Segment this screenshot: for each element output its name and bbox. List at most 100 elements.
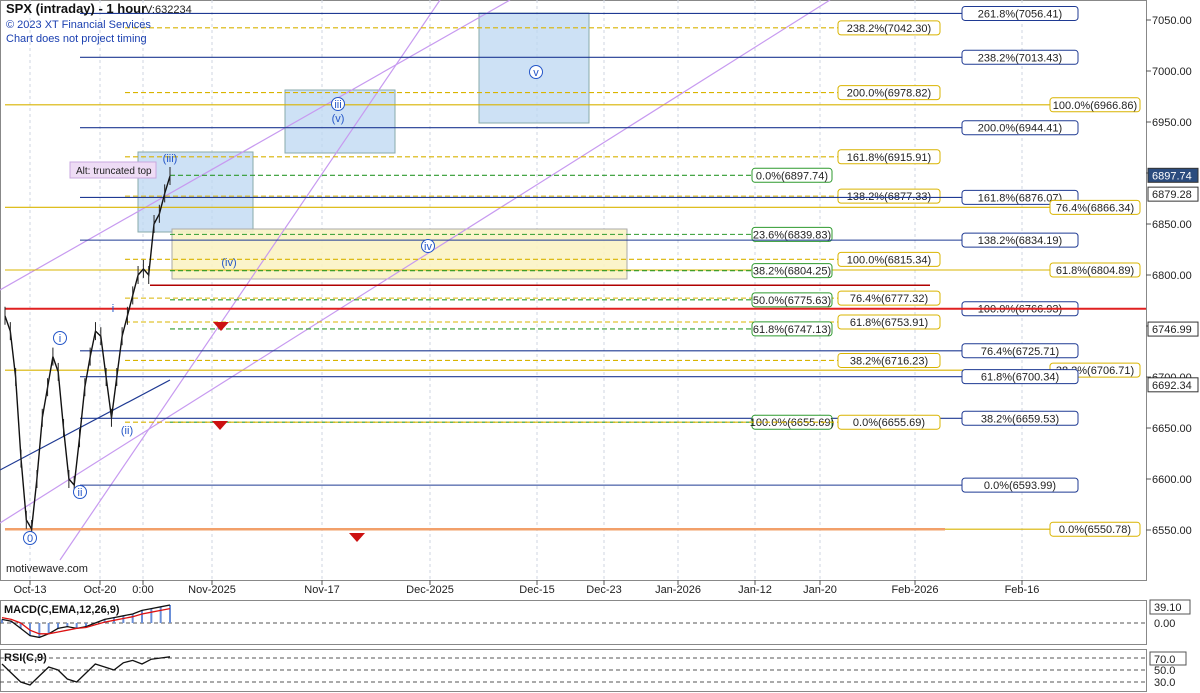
trendlines [0, 0, 831, 561]
wave-label: i [59, 333, 61, 345]
fib-label-text: 100.0%(6815.34) [847, 254, 931, 266]
rsi-tick-50: 50.0 [1154, 665, 1175, 677]
rsi-tick-30: 30.0 [1154, 677, 1175, 689]
chart-canvas[interactable]: 261.8%(7056.41) 238.2%(7042.30) 238.2%(701… [0, 0, 1200, 693]
macd-value-text: 39.10 [1154, 602, 1182, 614]
wave-label: iii [334, 99, 341, 111]
volume-readout: V:632234 [145, 4, 192, 16]
fib-label-text: 23.6%(6839.83) [753, 229, 831, 241]
y-axis: 6550.006600.006650.006700.006750.006800.… [1146, 15, 1192, 537]
fib-level-label: 100.0%(6815.34) [837, 251, 941, 267]
price-badge-text: 6879.28 [1152, 189, 1192, 201]
y-tick-label: 7050.00 [1152, 15, 1192, 27]
fib-label-text: 238.2%(7042.30) [847, 23, 931, 35]
fib-label-text: 76.4%(6725.71) [981, 346, 1059, 358]
fib-level-label: 61.8%(6753.91) [837, 314, 941, 330]
wave-label: 0 [27, 533, 33, 545]
red-down-triangle [212, 421, 228, 430]
y-tick-label: 6600.00 [1152, 474, 1192, 486]
fib-level-label: 0.0%(6593.99) [961, 477, 1079, 493]
fib-level-label: 76.4%(6725.71) [961, 343, 1079, 359]
fib-label-text: 200.0%(6944.41) [978, 123, 1062, 135]
y-tick-label: 7000.00 [1152, 66, 1192, 78]
watermark: motivewave.com [6, 563, 88, 575]
y-tick-label: 6800.00 [1152, 270, 1192, 282]
disclaimer-text: Chart does not project timing [6, 33, 147, 45]
y-tick-label: 6650.00 [1152, 423, 1192, 435]
fib-level-label: 61.8%(6804.89) [1049, 262, 1141, 278]
fib-level-label: 76.4%(6866.34) [1049, 199, 1141, 215]
macd-label: MACD(C,EMA,12,26,9) [4, 604, 120, 616]
fib-label-text: 100.0%(6655.69) [750, 417, 834, 429]
x-tick-label: Dec-2025 [406, 584, 454, 596]
x-tick-label: Nov-2025 [188, 584, 236, 596]
fib-label-text: 76.4%(6777.32) [850, 293, 928, 305]
x-tick-label: 0:00 [132, 584, 153, 596]
fib-level-label: 61.8%(6700.34) [961, 369, 1079, 385]
price-badge-text: 6692.34 [1152, 380, 1192, 392]
fib-label-text: 61.8%(6753.91) [850, 317, 928, 329]
wave-label: ii [78, 487, 83, 499]
fib-level-label: 238.2%(7042.30) [837, 20, 941, 36]
annotation-text: Alt: truncated top [76, 166, 152, 177]
fib-label-text: 0.0%(6550.78) [1059, 524, 1131, 536]
fib-label-text: 200.0%(6978.82) [847, 88, 931, 100]
fib-label-text: 61.8%(6747.13) [753, 324, 831, 336]
x-tick-label: Oct-20 [83, 584, 116, 596]
macd-panel: MACD(C,EMA,12,26,9) 39.10 0.00 [0, 599, 1191, 639]
x-tick-label: Dec-15 [519, 584, 554, 596]
macd-zero-text: 0.00 [1154, 618, 1175, 630]
x-tick-label: Feb-2026 [891, 584, 938, 596]
price-badge-text: 6746.99 [1152, 324, 1192, 336]
x-tick-label: Jan-2026 [655, 584, 701, 596]
fib-level-label: 50.0%(6775.63) [751, 292, 833, 308]
fib-label-text: 261.8%(7056.41) [978, 8, 1062, 20]
x-tick-label: Dec-23 [586, 584, 621, 596]
wave-label: iv [424, 241, 432, 253]
x-tick-label: Jan-20 [803, 584, 837, 596]
fib-level-label: 238.2%(7013.43) [961, 49, 1079, 65]
x-tick-label: Nov-17 [304, 584, 339, 596]
price-badge-text: 6897.74 [1152, 170, 1192, 182]
fib-level-label: 0.0%(6655.69) [837, 414, 941, 430]
fib-level-label: 138.2%(6834.19) [961, 232, 1079, 248]
fib-level-label: 200.0%(6978.82) [837, 85, 941, 101]
fib-label-text: 38.2%(6716.23) [850, 355, 928, 367]
channel-line-steep [59, 0, 441, 561]
x-tick-label: Oct-13 [13, 584, 46, 596]
projection-boxes [137, 12, 628, 280]
fib-label-text: 38.2%(6659.53) [981, 413, 1059, 425]
fib-level-label: 100.0%(6966.86) [1049, 97, 1141, 113]
fib-level-label: 138.2%(6877.33) [837, 188, 941, 204]
x-axis: Oct-13 Oct-20 0:00 Nov-2025 Nov-17 Dec-2025 De… [13, 580, 1039, 596]
y-tick-label: 6950.00 [1152, 117, 1192, 129]
fib-level-label: 61.8%(6747.13) [751, 321, 833, 337]
fib-label-text: 76.4%(6866.34) [1056, 202, 1134, 214]
marker-group [212, 322, 365, 542]
fib-label-text: 0.0%(6655.69) [853, 417, 925, 429]
fib-level-label: 0.0%(6550.78) [1049, 521, 1141, 537]
channel-line-lower [0, 0, 831, 524]
wave-label: i [112, 303, 114, 315]
fib-level-label: 38.2%(6716.23) [837, 352, 941, 368]
fib-label-text: 61.8%(6804.89) [1056, 265, 1134, 277]
y-tick-label: 6550.00 [1152, 525, 1192, 537]
wave-label: (v) [332, 113, 345, 125]
red-down-triangle [213, 322, 229, 331]
fib-label-text: 238.2%(7013.43) [978, 52, 1062, 64]
fib-label-text: 0.0%(6593.99) [984, 480, 1056, 492]
fib-label-text: 0.0%(6897.74) [756, 170, 828, 182]
fib-level-label: 23.6%(6839.83) [751, 226, 833, 242]
wave-label: (iv) [221, 257, 236, 269]
fib-label-text: 138.2%(6834.19) [978, 235, 1062, 247]
fib-level-label: 76.4%(6777.32) [837, 290, 941, 306]
chart-title: SPX (intraday) - 1 hour [6, 1, 146, 16]
red-down-triangle [349, 533, 365, 542]
copyright-text: © 2023 XT Financial Services [6, 19, 151, 31]
rsi-panel: RSI(C,9) 70.0 50.0 30.0 [0, 651, 1187, 689]
x-tick-label: Jan-12 [738, 584, 772, 596]
fib-label-text: 161.8%(6915.91) [847, 152, 931, 164]
y-tick-label: 6850.00 [1152, 219, 1192, 231]
fib-level-label: 38.2%(6659.53) [961, 410, 1079, 426]
fib-level-label: 261.8%(7056.41) [961, 5, 1079, 21]
